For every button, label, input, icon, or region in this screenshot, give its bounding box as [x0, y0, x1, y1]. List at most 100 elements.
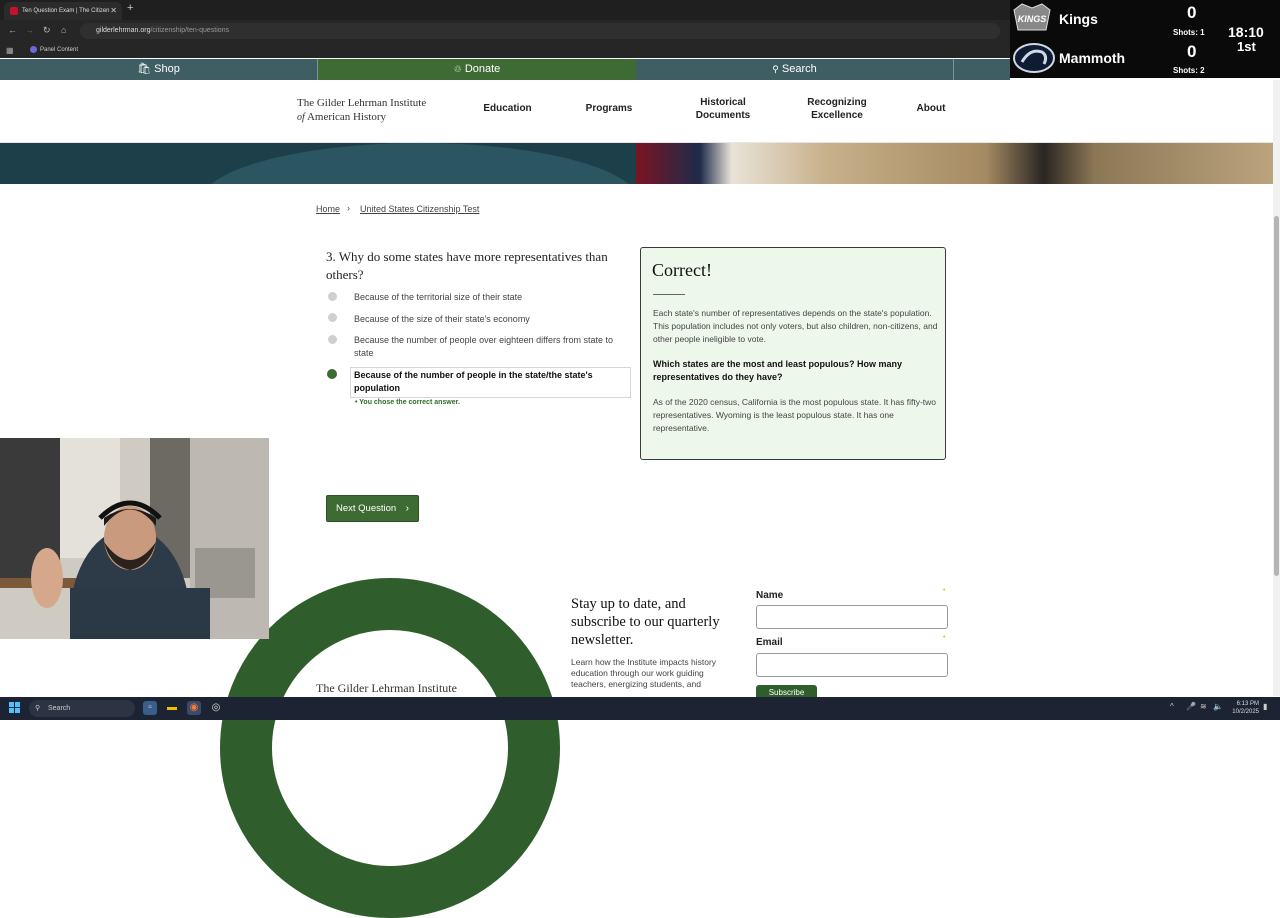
- team1-name: Kings: [1059, 11, 1098, 27]
- option-4-radio[interactable]: [327, 369, 337, 379]
- nav-recognizing-excellence[interactable]: Recognizing Excellence: [802, 96, 872, 122]
- browser-tab[interactable]: Ten Question Exam | The Citizen ✕: [4, 2, 122, 20]
- next-question-label: Next Question: [336, 503, 397, 514]
- scrollbar-thumb[interactable]: [1274, 216, 1279, 576]
- shop-link[interactable]: 🛍 Shop: [0, 59, 318, 80]
- logo-line2: American History: [306, 111, 387, 123]
- footer-ring-decoration: [220, 578, 560, 918]
- option-4-label[interactable]: Because of the number of people in the s…: [354, 369, 629, 395]
- windows-start-icon[interactable]: [9, 702, 21, 714]
- mammoth-logo-icon: [1013, 43, 1055, 73]
- site-header: The Gilder Lehrman Institute of American…: [0, 80, 1273, 143]
- home-icon[interactable]: ⌂: [61, 25, 66, 35]
- search-link[interactable]: ⚲ Search: [636, 59, 954, 80]
- team2-score: 0: [1187, 42, 1197, 61]
- feedback-divider: [653, 294, 685, 295]
- option-1-radio[interactable]: [328, 292, 337, 301]
- chrome-icon[interactable]: ◉: [187, 701, 201, 715]
- taskbar-search[interactable]: ⚲ Search: [29, 700, 135, 717]
- donate-label: Donate: [464, 63, 501, 75]
- hero-banner: [0, 143, 1273, 184]
- email-required-marker: •: [943, 634, 946, 641]
- next-question-button[interactable]: Next Question ›: [326, 495, 419, 522]
- donate-link[interactable]: ♲ Donate: [318, 59, 636, 80]
- donate-icon: ♲: [453, 64, 462, 74]
- shop-icon: 🛍: [137, 63, 152, 75]
- url-path: /citizenship/ten-questions: [150, 27, 230, 34]
- team2-shots: Shots: 2: [1173, 66, 1205, 75]
- feedback-paragraph-1: Each state's number of representatives d…: [653, 308, 938, 344]
- nav-historical-documents[interactable]: Historical Documents: [690, 96, 756, 122]
- option-2-radio[interactable]: [328, 313, 337, 322]
- logo-of: of: [297, 112, 305, 123]
- name-required-marker: •: [943, 587, 946, 594]
- name-field-label: Name: [756, 590, 784, 601]
- taskbar-date: 10/2/2025: [1232, 709, 1259, 715]
- hero-arc-decoration: [200, 143, 640, 184]
- newsletter-title: Stay up to date, and subscribe to our qu…: [571, 596, 720, 648]
- tab-title: Ten Question Exam | The Citizen: [22, 8, 110, 14]
- game-clock: 18:10: [1228, 24, 1264, 40]
- new-tab-icon[interactable]: +: [127, 2, 133, 14]
- app-icon[interactable]: ◎: [209, 701, 223, 715]
- feedback-question: Which states are the most and least popu…: [653, 359, 903, 382]
- kings-logo-icon: KINGS: [1013, 3, 1051, 31]
- url-domain: gilderlehrman.org: [96, 27, 151, 34]
- file-explorer-icon[interactable]: ▬: [165, 701, 179, 715]
- scoreboard-overlay: KINGS Kings 0 Shots: 1 Mammoth 0 Shots: …: [1010, 0, 1280, 78]
- footer-logo[interactable]: The Gilder Lehrman Institute: [316, 681, 457, 696]
- option-3-radio[interactable]: [328, 335, 337, 344]
- question-title: 3. Why do some states have more represen…: [326, 249, 608, 282]
- hero-image: [636, 143, 1273, 184]
- option-1-label[interactable]: Because of the territorial size of their…: [354, 291, 629, 304]
- team1-score: 0: [1187, 3, 1197, 22]
- newsletter-text: Learn how the Institute impacts history …: [571, 657, 717, 689]
- email-field-label: Email: [756, 637, 783, 648]
- nav-about[interactable]: About: [905, 102, 957, 115]
- game-period: 1st: [1237, 39, 1256, 54]
- nav-programs[interactable]: Programs: [575, 102, 643, 115]
- name-field[interactable]: [756, 605, 948, 629]
- search-icon: ⚲: [772, 64, 779, 74]
- back-icon[interactable]: ←: [8, 25, 17, 35]
- correct-answer-note: • You chose the correct answer.: [355, 399, 460, 406]
- option-3-label[interactable]: Because the number of people over eighte…: [354, 334, 629, 360]
- webcam-overlay: [0, 438, 269, 639]
- taskbar-clock[interactable]: 6:13 PM 10/2/2025: [1226, 700, 1259, 716]
- team2-name: Mammoth: [1059, 50, 1126, 66]
- volume-icon[interactable]: 🔈: [1213, 702, 1223, 711]
- taskbar-search-label: Search: [48, 705, 71, 712]
- page-scrollbar[interactable]: [1273, 80, 1280, 696]
- taskbar-search-icon: ⚲: [35, 705, 41, 712]
- bookmark-icon: [30, 46, 37, 53]
- notifications-icon[interactable]: ▮: [1263, 702, 1267, 711]
- webcam-person-image: [0, 438, 269, 639]
- subscribe-button[interactable]: Subscribe: [756, 685, 817, 697]
- taskbar-time: 6:13 PM: [1236, 701, 1259, 707]
- email-field[interactable]: [756, 653, 948, 677]
- bookmark-panel-content[interactable]: Panel Content: [40, 47, 78, 53]
- forward-icon[interactable]: →: [25, 25, 34, 35]
- feedback-panel: Correct! Each state's number of represen…: [640, 247, 946, 460]
- logo-line1: The Gilder Lehrman Institute: [297, 97, 427, 109]
- shop-label: Shop: [154, 63, 180, 75]
- utility-bar: 🛍 Shop ♲ Donate ⚲ Search: [0, 59, 1010, 80]
- url-input[interactable]: gilderlehrman.org/citizenship/ten-questi…: [80, 23, 1000, 39]
- svg-text:KINGS: KINGS: [1018, 14, 1047, 24]
- close-tab-icon[interactable]: ✕: [110, 2, 117, 20]
- tray-chevron-icon[interactable]: ^: [1170, 702, 1174, 711]
- breadcrumb-home[interactable]: Home: [316, 204, 340, 214]
- option-2-label[interactable]: Because of the size of their state's eco…: [354, 313, 629, 326]
- search-label: Search: [781, 63, 817, 75]
- site-favicon-icon: [10, 7, 18, 15]
- microphone-icon[interactable]: 🎤: [1186, 702, 1196, 711]
- team1-shots: Shots: 1: [1173, 28, 1205, 37]
- apps-grid-icon[interactable]: ▦: [6, 43, 14, 59]
- site-logo[interactable]: The Gilder Lehrman Institute of American…: [297, 96, 426, 125]
- task-view-icon[interactable]: ▫: [143, 701, 157, 715]
- breadcrumb-current[interactable]: United States Citizenship Test: [360, 204, 479, 214]
- windows-taskbar: ⚲ Search ▫ ▬ ◉ ◎ ^ 🎤 ≋ 🔈 6:13 PM 10/2/20…: [0, 697, 1280, 720]
- nav-education[interactable]: Education: [470, 102, 545, 115]
- reload-icon[interactable]: ↻: [43, 25, 51, 36]
- wifi-icon[interactable]: ≋: [1200, 702, 1207, 711]
